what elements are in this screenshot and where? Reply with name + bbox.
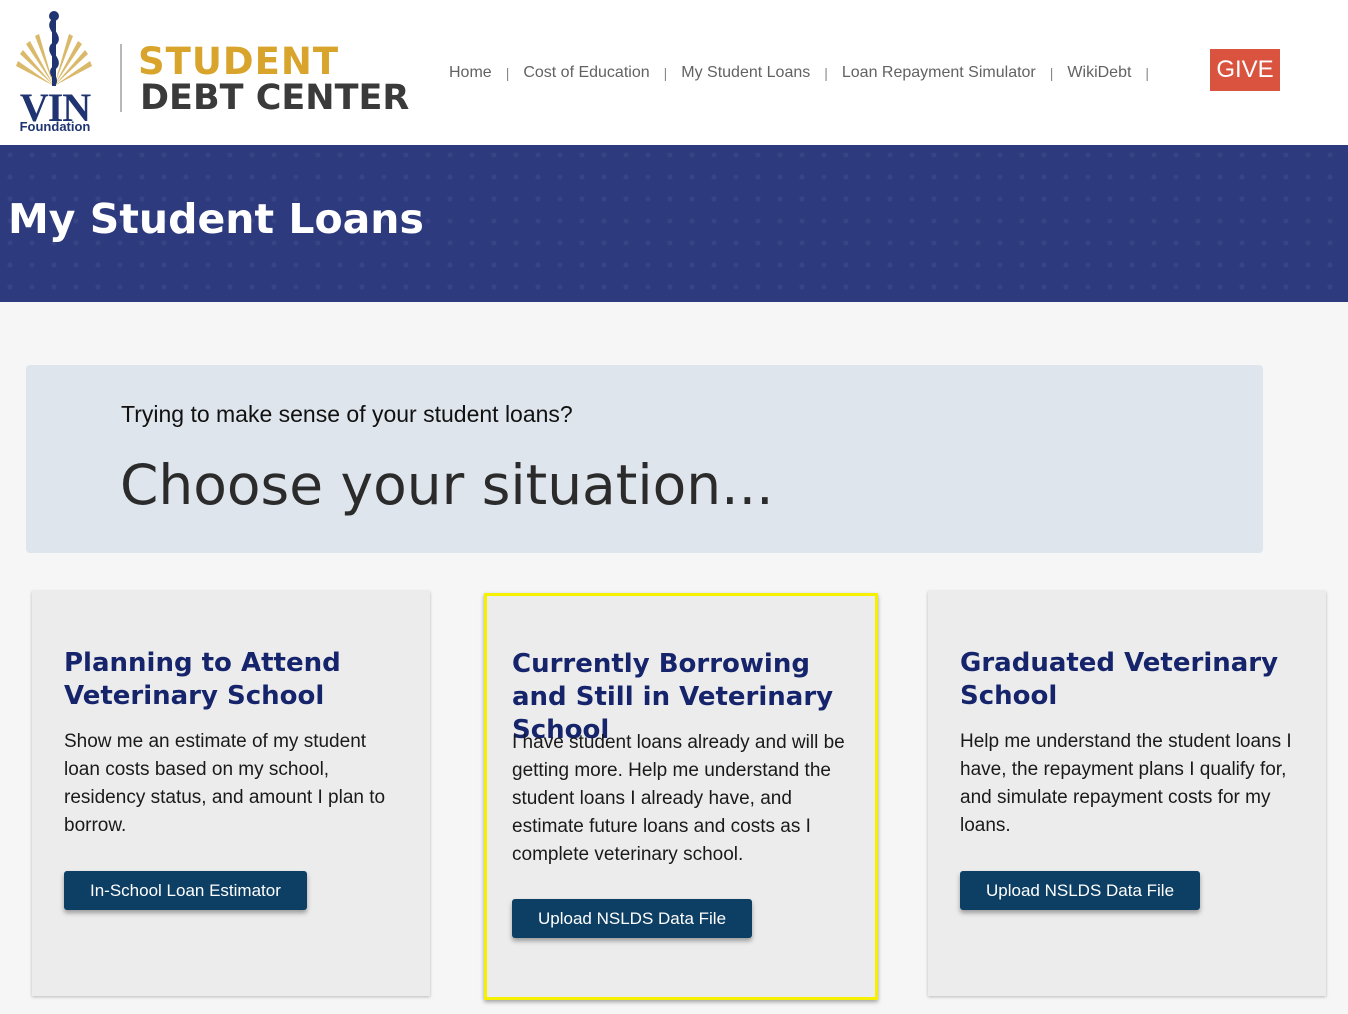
card-description: Show me an estimate of my student loan c…: [64, 731, 386, 836]
nav-cost-of-education[interactable]: Cost of Education: [523, 64, 649, 82]
logo-title-debt-center: DEBT CENTER: [140, 78, 410, 118]
nav-separator: |: [1049, 65, 1054, 81]
intro-heading: Choose your situation...: [120, 453, 774, 517]
give-button[interactable]: GIVE: [1210, 49, 1280, 91]
upload-nslds-button[interactable]: Upload NSLDS Data File: [512, 899, 753, 938]
nav-my-student-loans[interactable]: My Student Loans: [681, 64, 810, 82]
logo-title-student: STUDENT: [138, 40, 340, 83]
logo-divider: [120, 44, 122, 112]
page-banner: My Student Loans: [0, 145, 1348, 302]
situation-card-planning: Planning to Attend Veterinary School Sho…: [32, 591, 430, 996]
nav-separator: |: [663, 65, 668, 81]
card-description: Help me understand the student loans I h…: [960, 731, 1292, 836]
nav-separator: |: [1145, 65, 1150, 81]
nav-wikidebt[interactable]: WikiDebt: [1067, 64, 1131, 82]
in-school-loan-estimator-button[interactable]: In-School Loan Estimator: [64, 871, 307, 910]
situation-card-graduated: Graduated Veterinary School Help me unde…: [928, 591, 1326, 996]
upload-nslds-button[interactable]: Upload NSLDS Data File: [960, 871, 1201, 910]
site-logo[interactable]: VIN Foundation STUDENT DEBT CENTER: [8, 6, 418, 136]
card-title: Graduated Veterinary School: [960, 648, 1279, 711]
card-title: Planning to Attend Veterinary School: [64, 648, 341, 711]
nav-loan-repayment-simulator[interactable]: Loan Repayment Simulator: [842, 64, 1036, 82]
intro-box: Trying to make sense of your student loa…: [26, 365, 1263, 553]
nav-separator: |: [824, 65, 828, 81]
nav-home[interactable]: Home: [449, 64, 492, 82]
site-header: VIN Foundation STUDENT DEBT CENTER Home …: [0, 0, 1348, 145]
page-title: My Student Loans: [8, 195, 424, 243]
main-nav: Home | Cost of Education | My Student Lo…: [449, 62, 1163, 84]
card-description: I have student loans already and will be…: [512, 732, 845, 865]
nav-separator: |: [505, 65, 510, 81]
intro-question: Trying to make sense of your student loa…: [121, 401, 573, 427]
situation-card-currently-borrowing: Currently Borrowing and Still in Veterin…: [484, 593, 878, 1000]
vin-foundation-text: Foundation: [19, 119, 91, 134]
